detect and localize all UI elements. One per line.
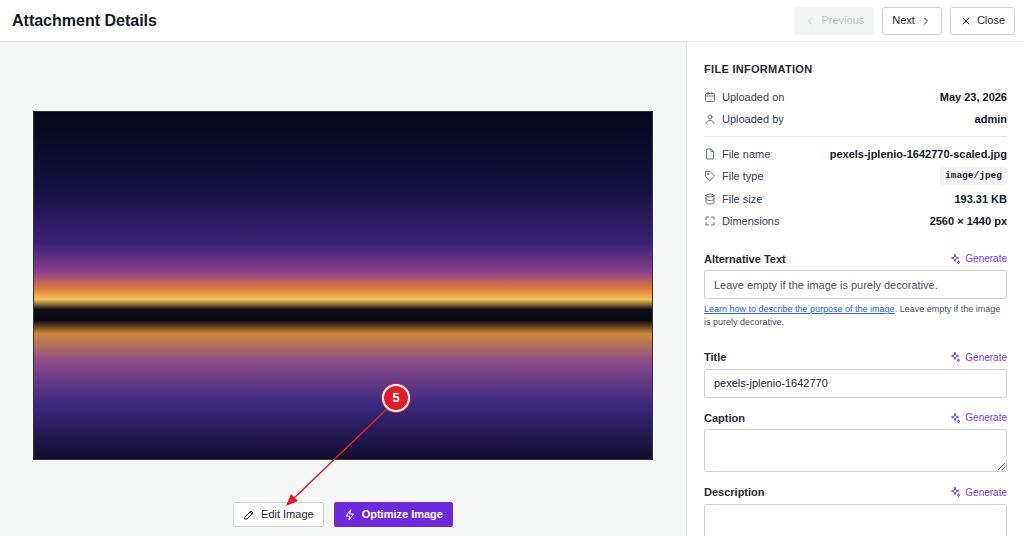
info-row: Dimensions 2560 × 1440 px xyxy=(704,210,1007,233)
generate-label: Generate xyxy=(965,410,1007,425)
sparkle-icon xyxy=(949,351,961,363)
text-input[interactable] xyxy=(704,270,1007,299)
info-row: Uploaded on May 23, 2026 xyxy=(704,86,1007,109)
optimize-image-button[interactable]: Optimize Image xyxy=(334,502,453,527)
edit-image-button[interactable]: Edit Image xyxy=(233,502,324,527)
nav-buttons: Previous Next Close xyxy=(794,7,1015,35)
sparkle-icon xyxy=(949,486,961,498)
sparkle-icon xyxy=(949,253,961,265)
help-text: Learn how to describe the purpose of the… xyxy=(704,303,1007,329)
file-icon xyxy=(704,148,716,160)
step-number: 5 xyxy=(392,388,399,408)
field-label: Title xyxy=(704,349,726,366)
info-value: admin xyxy=(975,111,1007,128)
info-label: Dimensions xyxy=(704,213,779,230)
label-text: Uploaded on xyxy=(722,89,784,106)
step-badge: 5 xyxy=(382,384,410,412)
database-icon xyxy=(704,193,716,205)
textarea-field[interactable] xyxy=(704,429,1007,472)
label-text: File type xyxy=(722,168,764,185)
edit-icon xyxy=(243,509,255,521)
field-label: Caption xyxy=(704,410,745,427)
field-header: Alternative Text Generate xyxy=(704,251,1007,268)
tag-icon xyxy=(704,170,716,182)
previous-button[interactable]: Previous xyxy=(794,7,874,35)
info-label: File name xyxy=(704,146,770,163)
modal-header: Attachment Details Previous Next Close xyxy=(0,0,1024,42)
textarea-field[interactable] xyxy=(704,504,1007,536)
user-icon xyxy=(704,113,716,125)
field-label: Description xyxy=(704,484,765,501)
button-label: Close xyxy=(977,12,1005,29)
field-header: Caption Generate xyxy=(704,410,1007,427)
text-input[interactable] xyxy=(704,369,1007,398)
generate-button[interactable]: Generate xyxy=(949,251,1007,266)
info-group: Uploaded on May 23, 2026 Uploaded by admin xyxy=(704,86,1007,131)
info-row: Uploaded by admin xyxy=(704,108,1007,131)
close-button[interactable]: Close xyxy=(950,7,1015,35)
generate-label: Generate xyxy=(965,251,1007,266)
expand-icon xyxy=(704,215,716,227)
generate-button[interactable]: Generate xyxy=(949,350,1007,365)
field-header: Title Generate xyxy=(704,349,1007,366)
form-field: Alternative Text Generate Learn how to des… xyxy=(704,251,1007,330)
help-link[interactable]: Learn how to describe the purpose of the… xyxy=(704,304,895,314)
modal-title: Attachment Details xyxy=(12,9,157,33)
button-label: Previous xyxy=(821,12,864,29)
field-header: Description Generate xyxy=(704,484,1007,501)
calendar-icon xyxy=(704,91,716,103)
chevron-right-icon xyxy=(920,15,932,27)
section-heading: FILE INFORMATION xyxy=(704,61,1007,78)
info-group: File name pexels-jplenio-1642770-scaled.j… xyxy=(704,136,1007,233)
label-text: File size xyxy=(722,191,762,208)
form-field: Title Generate xyxy=(704,349,1007,398)
form-field: Caption Generate xyxy=(704,410,1007,473)
info-label: File size xyxy=(704,191,762,208)
info-value: pexels-jplenio-1642770-scaled.jpg xyxy=(830,146,1007,163)
lightning-icon xyxy=(344,509,356,521)
generate-label: Generate xyxy=(965,485,1007,500)
info-value: May 23, 2026 xyxy=(940,89,1007,106)
form-field: Description Generate xyxy=(704,484,1007,536)
info-label: Uploaded on xyxy=(704,89,784,106)
button-label: Edit Image xyxy=(261,506,314,523)
annotation-arrow xyxy=(0,42,686,536)
chevron-left-icon xyxy=(804,15,816,27)
generate-button[interactable]: Generate xyxy=(949,410,1007,425)
generate-label: Generate xyxy=(965,350,1007,365)
modal-body: Edit Image Optimize Image 5 FILE INFORMATIO… xyxy=(0,42,1024,536)
label-text: Uploaded by xyxy=(722,111,784,128)
label-text: File name xyxy=(722,146,770,163)
button-label: Optimize Image xyxy=(362,506,443,523)
info-label: File type xyxy=(704,168,764,185)
image-actions: Edit Image Optimize Image xyxy=(233,502,453,527)
close-icon xyxy=(960,15,972,27)
image-preview xyxy=(33,111,653,460)
info-label: Uploaded by xyxy=(704,111,784,128)
info-row: File size 193.31 KB xyxy=(704,188,1007,211)
info-value: 193.31 KB xyxy=(954,191,1007,208)
field-label: Alternative Text xyxy=(704,251,786,268)
label-text: Dimensions xyxy=(722,213,779,230)
sparkle-icon xyxy=(949,412,961,424)
info-row: File name pexels-jplenio-1642770-scaled.j… xyxy=(704,143,1007,166)
generate-button[interactable]: Generate xyxy=(949,485,1007,500)
next-button[interactable]: Next xyxy=(882,7,942,35)
info-row: File type image/jpeg xyxy=(704,165,1007,188)
info-value: 2560 × 1440 px xyxy=(930,213,1007,230)
details-panel: FILE INFORMATIONUploaded onMay 23, 2026U… xyxy=(686,42,1024,536)
info-value: image/jpeg xyxy=(940,167,1007,185)
preview-area: Edit Image Optimize Image 5 xyxy=(0,42,686,536)
button-label: Next xyxy=(892,12,915,29)
